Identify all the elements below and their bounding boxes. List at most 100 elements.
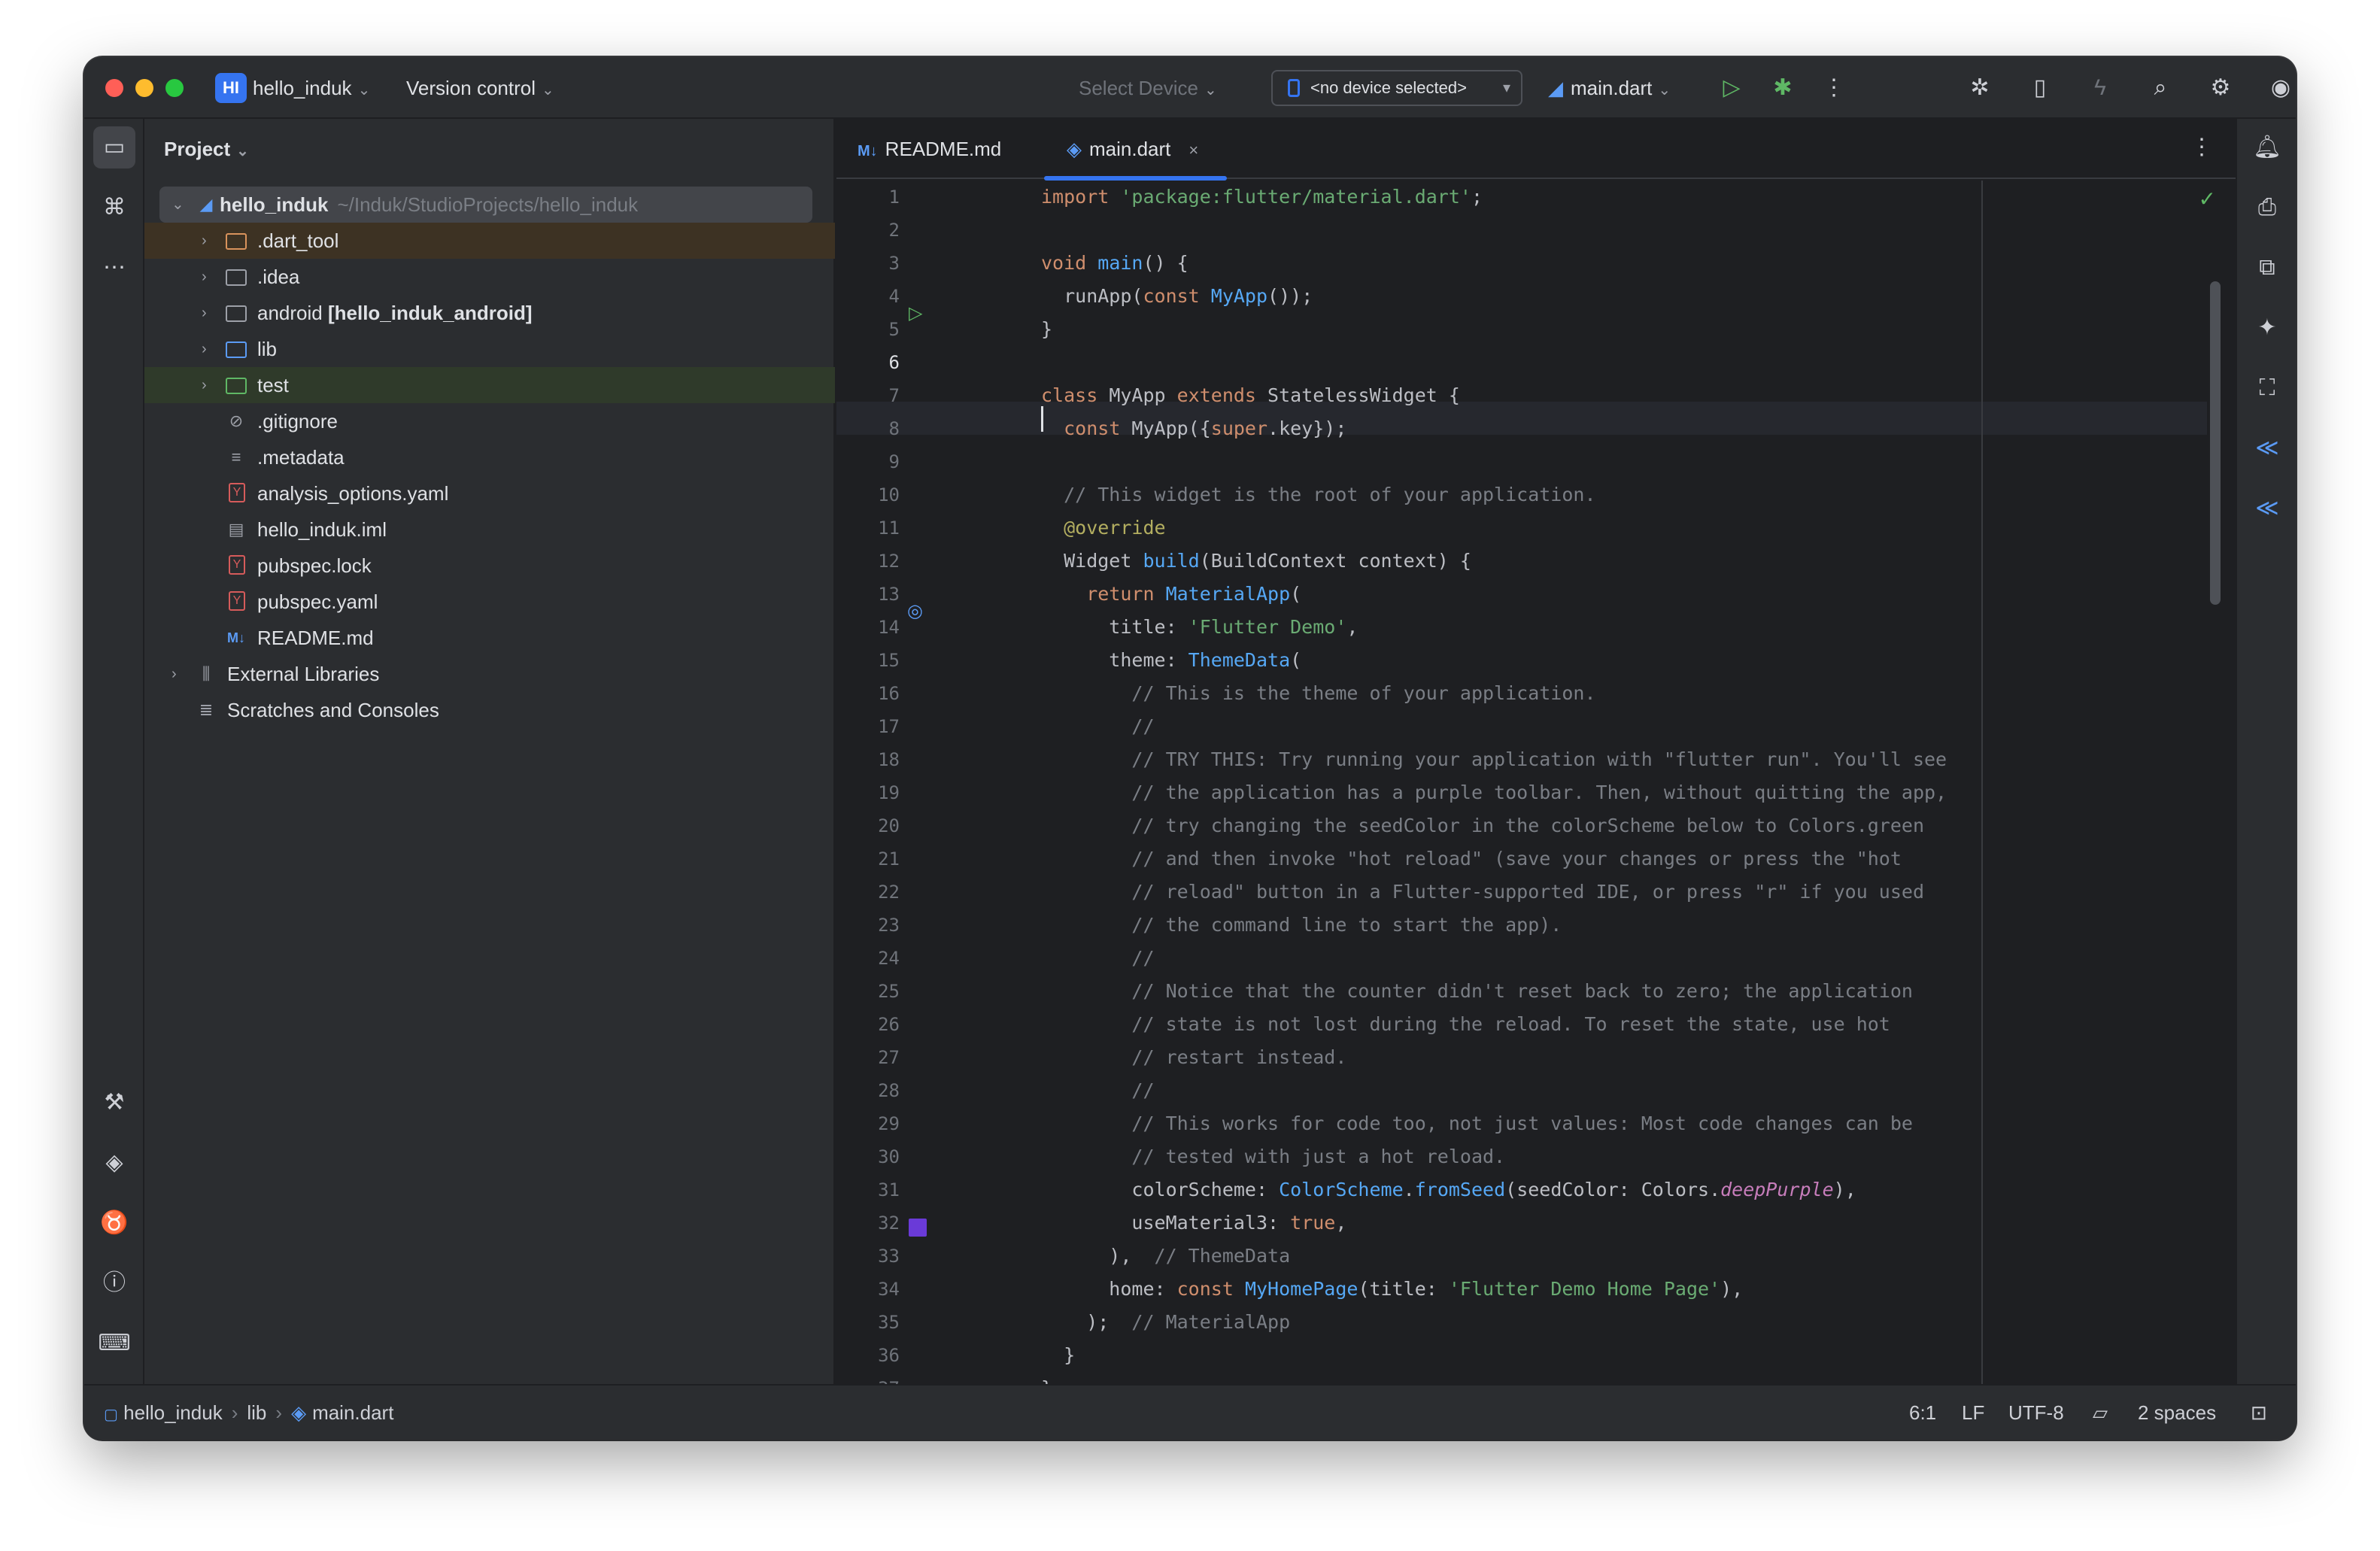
run-config-selector[interactable]: ◢ main.dart ⌄	[1548, 57, 1671, 119]
code-line[interactable]: title: 'Flutter Demo',	[1041, 611, 1358, 644]
breadcrumb-item[interactable]: lib	[247, 1401, 266, 1424]
line-number[interactable]: 24	[836, 942, 900, 975]
code-line[interactable]: // TRY THIS: Try running your applicatio…	[1041, 743, 1947, 776]
color-swatch[interactable]	[909, 1219, 927, 1237]
line-number[interactable]: 1	[836, 181, 900, 214]
line-number[interactable]: 13	[836, 578, 900, 611]
chevron-down-icon[interactable]: ⌄	[172, 187, 184, 223]
code-line[interactable]: ), // ThemeData	[1041, 1240, 1290, 1273]
line-number[interactable]: 27	[836, 1041, 900, 1074]
code-line[interactable]: //	[1041, 942, 1154, 975]
line-number[interactable]: 11	[836, 511, 900, 545]
code-line[interactable]: }	[1041, 313, 1052, 346]
line-number[interactable]: 33	[836, 1240, 900, 1273]
code-line[interactable]: //	[1041, 1074, 1154, 1107]
chevron-right-icon[interactable]: ›	[202, 223, 207, 259]
code-line[interactable]: theme: ThemeData(	[1041, 644, 1301, 677]
line-number[interactable]: 12	[836, 545, 900, 578]
settings-icon[interactable]: ⚙	[2205, 73, 2236, 103]
line-number-gutter[interactable]: 1 2 3 4 5 6 7 8 9 10 11 12 13 14 15 16 17 18 19 20 21 22 23 24 2…	[836, 181, 949, 1399]
debug-icon[interactable]: ✱	[1768, 73, 1798, 103]
line-number[interactable]: 14	[836, 611, 900, 644]
device-manager-icon[interactable]: ▯	[2025, 73, 2055, 103]
project-switcher[interactable]: hello_induk ⌄	[253, 57, 370, 119]
device-selector[interactable]: <no device selected> ▾	[1271, 70, 1522, 106]
tab-main-dart[interactable]: ◈ main.dart ×	[1043, 119, 1228, 181]
code-line[interactable]: // This is the theme of your application…	[1041, 677, 1595, 710]
project-panel-header[interactable]: Project ⌄	[164, 119, 249, 179]
line-number[interactable]: 21	[836, 842, 900, 876]
chevron-right-icon[interactable]: ›	[202, 367, 207, 403]
line-number[interactable]: 3	[836, 247, 900, 280]
logcat-icon[interactable]: ♉	[93, 1202, 135, 1244]
line-number[interactable]: 20	[836, 809, 900, 842]
play-icon[interactable]: ▷	[1717, 73, 1747, 103]
code-line[interactable]: @override	[1041, 511, 1165, 545]
code-line[interactable]: //	[1041, 710, 1154, 743]
reader-mode-icon[interactable]: ▱	[2093, 1386, 2108, 1440]
lock-icon[interactable]: ⊡	[2251, 1386, 2267, 1440]
terminal-icon[interactable]: ⌨	[93, 1322, 135, 1364]
tree-item[interactable]: › test	[144, 367, 835, 403]
code-line[interactable]: // and then invoke "hot reload" (save yo…	[1041, 842, 1902, 876]
code-line[interactable]: // reload" button in a Flutter-supported…	[1041, 876, 1924, 909]
folder-icon[interactable]: ▭	[93, 126, 135, 168]
more-vertical-icon[interactable]: ⋮	[2190, 134, 2213, 160]
breadcrumb-item[interactable]: main.dart	[312, 1401, 393, 1424]
code-line[interactable]: const MyApp({super.key});	[1041, 412, 1346, 445]
flash-icon[interactable]: ϟ	[2085, 73, 2115, 103]
line-separator[interactable]: LF	[1962, 1386, 1984, 1440]
tree-item[interactable]: › android [hello_induk_android]	[144, 295, 835, 331]
flutter-performance-icon[interactable]: ≪	[2246, 487, 2288, 530]
line-number[interactable]: 5	[836, 313, 900, 346]
line-number[interactable]: 25	[836, 975, 900, 1008]
tree-item[interactable]: › .idea	[144, 259, 835, 295]
code-line[interactable]: import 'package:flutter/material.dart';	[1041, 181, 1494, 214]
line-number[interactable]: 26	[836, 1008, 900, 1041]
tree-scratches[interactable]: ≣ Scratches and Consoles	[144, 692, 835, 728]
line-number[interactable]: 8	[836, 412, 900, 445]
code-line[interactable]: // tested with just a hot reload.	[1041, 1140, 1505, 1173]
line-number[interactable]: 10	[836, 478, 900, 511]
plugin-icon[interactable]: ✲	[1965, 73, 1995, 103]
check-icon[interactable]: ✓	[2199, 187, 2216, 211]
code-line[interactable]: useMaterial3: true,	[1041, 1207, 1346, 1240]
chevron-right-icon[interactable]: ›	[202, 331, 207, 367]
code-line[interactable]: // This widget is the root of your appli…	[1041, 478, 1595, 511]
project-badge[interactable]: HI	[215, 73, 247, 103]
code-line[interactable]: // the command line to start the app).	[1041, 909, 1562, 942]
inspector-icon[interactable]: ⛶	[2246, 367, 2288, 409]
line-number[interactable]: 9	[836, 445, 900, 478]
more-horizontal-icon[interactable]: ⋯	[93, 247, 135, 289]
code-line[interactable]: // This works for code too, not just val…	[1041, 1107, 1913, 1140]
file-encoding[interactable]: UTF-8	[2008, 1386, 2064, 1440]
account-icon[interactable]: ◉	[2266, 73, 2296, 103]
device-explorer-icon[interactable]: ⧉	[2246, 247, 2288, 289]
code-line[interactable]: // restart instead.	[1041, 1041, 1346, 1074]
tree-item[interactable]: M↓ README.md	[144, 620, 835, 656]
line-number[interactable]: 34	[836, 1273, 900, 1306]
code-line[interactable]: colorScheme: ColorScheme.fromSeed(seedCo…	[1041, 1173, 1856, 1207]
vertical-scrollbar[interactable]	[2210, 281, 2221, 605]
line-number[interactable]: 19	[836, 776, 900, 809]
code-line[interactable]: runApp(const MyApp());	[1041, 280, 1313, 313]
flutter-inspector-icon[interactable]: ≪	[2246, 427, 2288, 469]
line-number[interactable]: 32	[836, 1207, 900, 1240]
override-gutter-icon[interactable]: ◎	[907, 600, 923, 622]
chevron-right-icon[interactable]: ›	[202, 259, 207, 295]
tree-item[interactable]: ▤ hello_induk.iml	[144, 511, 835, 548]
tree-root[interactable]: ⌄ ◢ hello_induk ~/Induk/StudioProjects/he…	[159, 187, 812, 223]
line-number[interactable]: 17	[836, 710, 900, 743]
tree-item[interactable]: ≡ .metadata	[144, 439, 835, 475]
search-icon[interactable]: ⌕	[2145, 73, 2175, 103]
code-line[interactable]: void main() {	[1041, 247, 1188, 280]
line-number[interactable]: 4	[836, 280, 900, 313]
gem-icon[interactable]: ◈	[93, 1142, 135, 1184]
tree-item[interactable]: Y analysis_options.yaml	[144, 475, 835, 511]
vcs-menu[interactable]: Version control ⌄	[406, 57, 554, 119]
line-number[interactable]: 18	[836, 743, 900, 776]
line-number[interactable]: 28	[836, 1074, 900, 1107]
code-line[interactable]: }	[1041, 1339, 1075, 1372]
code-line[interactable]: // try changing the seedColor in the col…	[1041, 809, 1924, 842]
code-line[interactable]: // state is not lost during the reload. …	[1041, 1008, 1890, 1041]
